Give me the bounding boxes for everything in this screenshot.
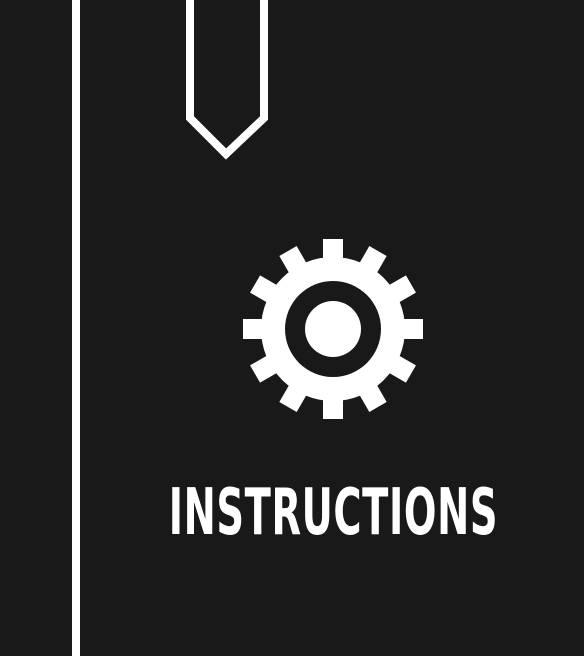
instructions-book-cover bbox=[0, 0, 584, 656]
gear-hub bbox=[305, 301, 361, 357]
book-spine-line bbox=[72, 0, 80, 656]
book-illustration bbox=[0, 0, 584, 656]
cover-title: INSTRUCTIONS bbox=[168, 476, 498, 550]
cover-title-wrap: INSTRUCTIONS bbox=[0, 478, 584, 548]
